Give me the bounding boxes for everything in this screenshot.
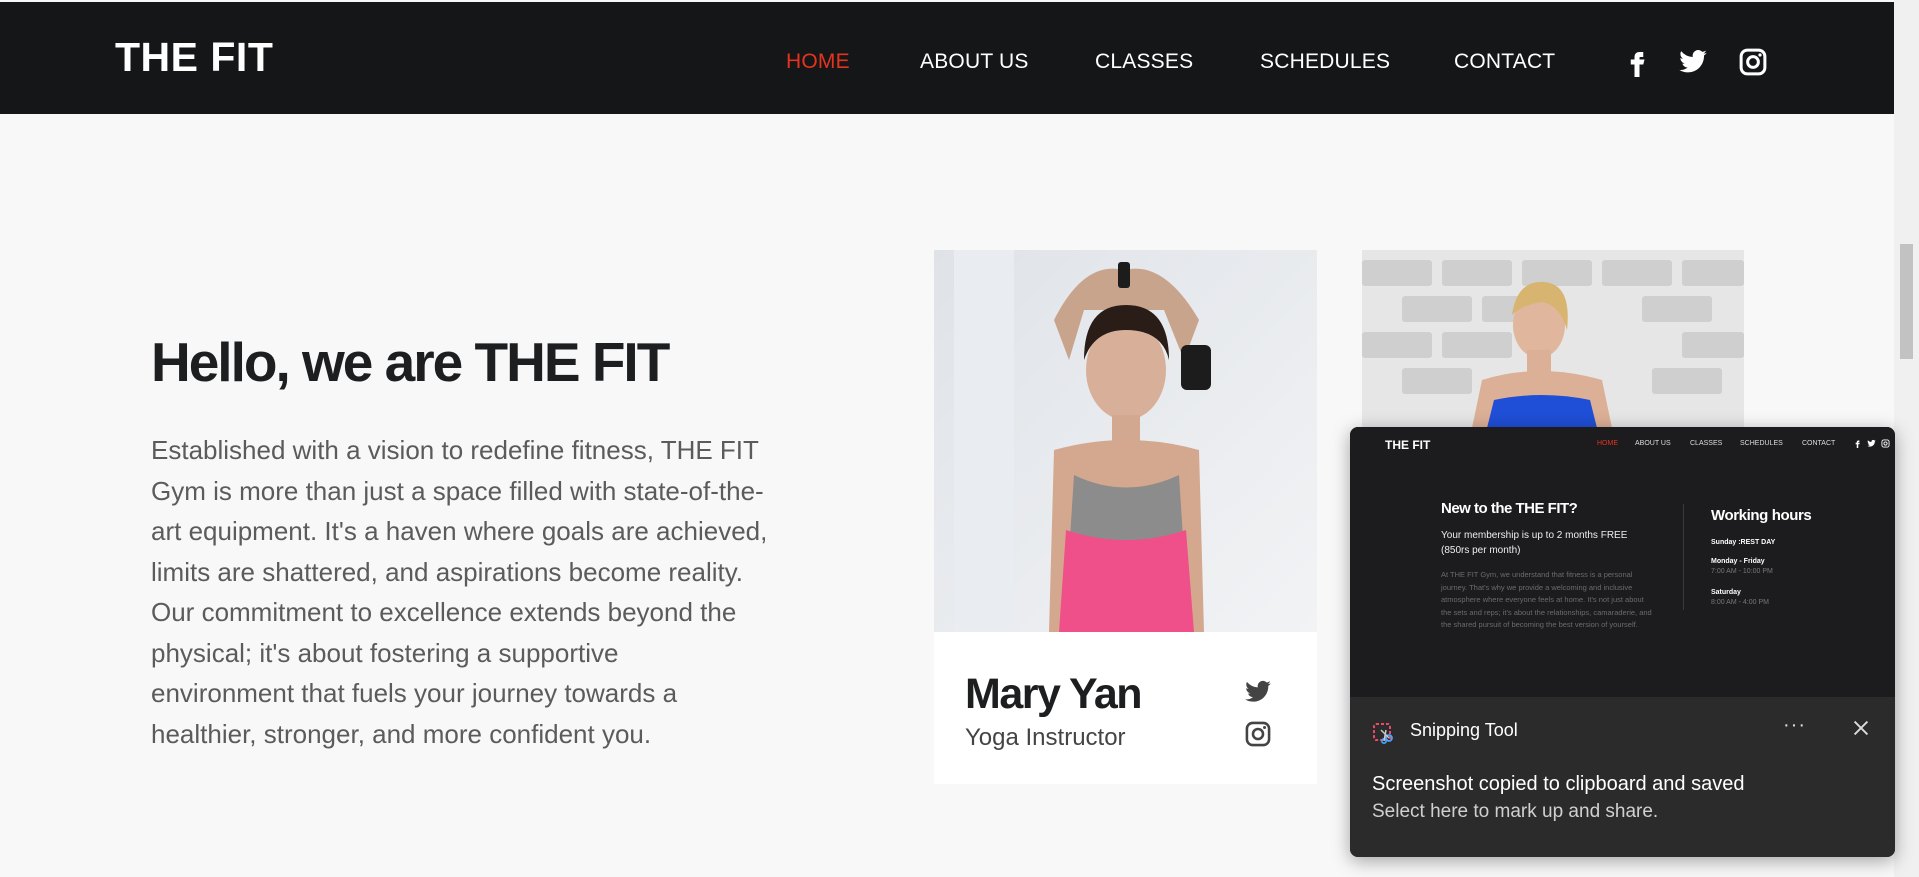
close-icon[interactable] <box>1850 717 1872 739</box>
twitter-icon[interactable] <box>1678 47 1708 77</box>
hero-line: limits are shattered, and aspirations be… <box>151 556 744 587</box>
preview-body: At THE FIT Gym, we understand that fitne… <box>1441 570 1652 629</box>
notification-subtext[interactable]: Select here to mark up and share. <box>1372 801 1658 823</box>
nav-schedules[interactable]: SCHEDULES <box>1260 50 1390 74</box>
preview-hours-day: Saturday <box>1711 589 1741 596</box>
hero-line: art equipment. It's a haven where goals … <box>151 516 768 546</box>
preview-hours-time: 7:00 AM - 10:00 PM <box>1711 568 1773 575</box>
notification-body[interactable]: Snipping Tool ··· Screenshot copied to c… <box>1350 697 1895 857</box>
preview-nav: THE FIT HOME ABOUT US CLASSES SCHEDULES … <box>1350 427 1895 467</box>
screenshot-preview[interactable]: THE FIT HOME ABOUT US CLASSES SCHEDULES … <box>1350 427 1895 697</box>
trainer-card: Mary Yan Yoga Instructor <box>934 250 1317 784</box>
preview-divider <box>1683 504 1684 610</box>
twitter-icon[interactable] <box>1244 678 1272 706</box>
scrollbar-thumb[interactable] <box>1900 244 1913 359</box>
hero-title: Hello, we are THE FIT <box>151 331 670 393</box>
hero-line: Gym is more than just a space filled wit… <box>151 475 764 506</box>
instagram-icon[interactable] <box>1244 720 1272 748</box>
trainer-name: Mary Yan <box>965 670 1143 718</box>
facebook-icon[interactable] <box>1622 47 1652 77</box>
instagram-icon <box>1881 439 1890 448</box>
snipping-tool-icon <box>1373 723 1393 744</box>
notification-app-name: Snipping Tool <box>1410 720 1518 740</box>
notification-message[interactable]: Screenshot copied to clipboard and saved <box>1372 773 1744 796</box>
instagram-icon[interactable] <box>1738 47 1768 77</box>
hero-line: Established with a vision to redefine fi… <box>151 435 759 465</box>
nav-home[interactable]: HOME <box>786 50 850 74</box>
page-scrollbar[interactable] <box>1894 0 1919 877</box>
hero-line: environment that fuels your journey towa… <box>151 678 678 708</box>
twitter-icon <box>1867 439 1876 447</box>
trainer-photo-2 <box>1362 250 1744 428</box>
nav-contact[interactable]: CONTACT <box>1454 50 1555 74</box>
nav-classes[interactable]: CLASSES <box>1095 50 1193 74</box>
preview-subtext: Your membership is up to 2 months FREE (… <box>1441 530 1628 556</box>
preview-nav-contact: CONTACT <box>1802 440 1836 447</box>
preview-hours-day: Sunday :REST DAY <box>1711 539 1776 546</box>
preview-logo: THE FIT <box>1385 438 1431 452</box>
nav-about-us[interactable]: ABOUT US <box>920 50 1029 74</box>
site-header: THE FIT HOME ABOUT US CLASSES SCHEDULES … <box>0 2 1894 114</box>
snipping-tool-notification[interactable]: THE FIT HOME ABOUT US CLASSES SCHEDULES … <box>1350 427 1895 857</box>
hero-line: Our commitment to excellence extends bey… <box>151 597 737 627</box>
site-logo[interactable]: THE FIT <box>115 34 273 81</box>
preview-hours-title: Working hours <box>1711 507 1812 524</box>
preview-nav-classes: CLASSES <box>1690 440 1723 447</box>
more-options-button[interactable]: ··· <box>1783 714 1806 737</box>
hero-line: healthier, stronger, and more confident … <box>151 718 652 749</box>
hero-line: physical; it's about fostering a support… <box>151 637 619 668</box>
facebook-icon <box>1855 440 1860 448</box>
preview-nav-about: ABOUT US <box>1635 440 1671 447</box>
trainer-photo <box>934 250 1317 632</box>
preview-nav-home: HOME <box>1597 440 1618 447</box>
hero-description: Established with a vision to redefine fi… <box>151 430 831 754</box>
trainer-role: Yoga Instructor <box>965 724 1126 751</box>
preview-hours-day: Monday - Friday <box>1711 558 1765 565</box>
preview-nav-schedules: SCHEDULES <box>1740 440 1783 447</box>
preview-hours-time: 8:00 AM - 4:00 PM <box>1711 599 1769 606</box>
preview-heading: New to the THE FIT? <box>1441 500 1578 517</box>
